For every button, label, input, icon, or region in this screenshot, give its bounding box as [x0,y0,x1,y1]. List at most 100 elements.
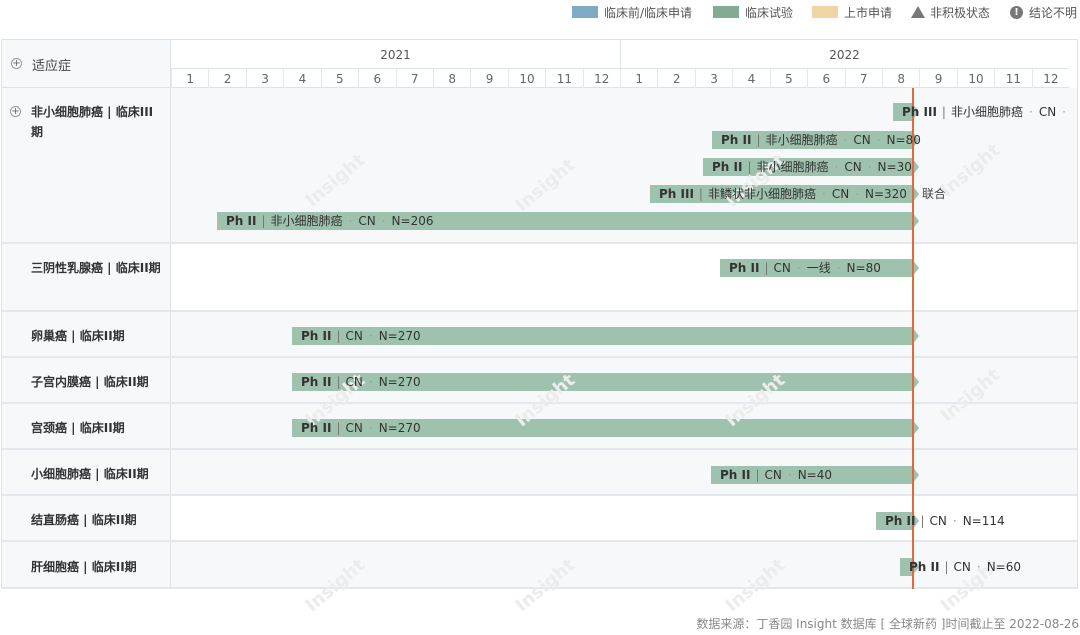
trial-bar-text: Ph III | 非小细胞肺癌 · CN · [902,105,1072,119]
trial-bar[interactable]: Ph III | 非鳞状非小细胞肺癌 · CN · N=320 [650,185,919,203]
separator-glyph: | [944,560,949,574]
trial-bar-text: Ph II | CN · N=114 [885,514,1005,528]
row-divider [1,310,171,312]
dot-glyph: · [348,214,353,228]
indication-label[interactable]: 肝细胞癌 | 临床II期 [31,557,161,577]
month-label: 3 [694,69,732,88]
trial-detail: N=270 [378,375,421,389]
month-label: 6 [807,69,844,88]
trial-bar-text: Ph II | CN · N=270 [301,421,421,435]
trial-phase: Ph II [721,133,752,147]
month-label: 4 [732,69,769,88]
separator-glyph: | [336,421,341,435]
trial-bar[interactable]: Ph II | CN · N=114 [876,512,1005,530]
trial-detail: 非小细胞肺癌 [950,105,1023,119]
row-divider [1,402,171,404]
indication-label[interactable]: 三阴性乳腺癌 | 临床II期 [31,258,161,278]
month-label: 2 [657,69,694,88]
trial-bar[interactable]: Ph III | 非小细胞肺癌 · CN · [893,103,1066,121]
separator-glyph: | [756,133,761,147]
trial-phase: Ph II [226,214,257,228]
trial-bar[interactable]: Ph II | CN · N=40 [711,466,919,484]
trial-detail: 非鳞状非小细胞肺癌 [707,187,816,201]
trial-detail: CN [844,160,862,174]
trial-detail: CN [345,421,363,435]
trial-bar[interactable]: Ph II | CN · N=270 [292,419,919,437]
triangle-icon [911,6,925,18]
trial-bar-text: Ph II | 非小细胞肺癌 · CN · N=80 [721,133,921,147]
trial-bar-text: Ph II | CN · N=60 [909,560,1021,574]
month-label: 5 [769,69,807,88]
trial-bar-text: Ph II | CN · N=40 [720,468,832,482]
indication-label[interactable]: 小细胞肺癌 | 临床II期 [31,464,161,484]
expand-row-icon[interactable]: + [10,106,21,117]
legend-item-nda[interactable]: 上市申请 [812,4,892,20]
trial-bar[interactable]: Ph II | 非小细胞肺癌 · CN · N=80 [712,131,921,149]
indication-label[interactable]: 子宫内膜癌 | 临床II期 [31,372,161,392]
month-header: 1 2 3 4 5 6 7 8 9 10 11 12 1 2 3 4 5 6 7 8 9 10 11 12 [171,68,1069,88]
legend-swatch-preclinical [572,6,598,18]
dot-glyph: · [787,468,792,482]
row-divider [1,540,171,542]
month-label: 6 [358,69,395,88]
row-divider [1,356,171,358]
month-label: 3 [245,69,283,88]
indication-header-label: 适应症 [32,59,72,74]
legend-item-inactive[interactable]: 非积极状态 [911,4,990,20]
indication-label[interactable]: 宫颈癌 | 临床II期 [31,418,161,438]
legend-label: 临床试验 [745,5,794,20]
dot-glyph: · [876,133,881,147]
row-divider [1,587,171,589]
trial-phase: Ph III [902,105,937,119]
month-label: 2 [208,69,245,88]
trial-detail: CN [831,187,850,201]
trial-phase: Ph II [720,468,751,482]
legend-label: 非积极状态 [930,5,991,20]
dot-glyph: · [976,560,981,574]
legend-item-unclear[interactable]: ! 结论不明 [1010,4,1077,20]
separator-glyph: | [920,514,925,528]
trial-bar[interactable]: Ph II | CN · N=60 [900,558,1021,576]
dot-glyph: · [843,133,848,147]
gantt-row [171,450,1077,496]
trial-phase: Ph II [301,421,332,435]
row-divider [1,494,171,496]
indication-header: + 适应症 [1,39,171,88]
indication-label[interactable]: 卵巢癌 | 临床II期 [31,326,161,346]
separator-glyph: | [941,105,946,119]
legend-item-preclinical[interactable]: 临床前/临床申请 [572,4,692,20]
month-label: 5 [320,69,358,88]
dot-glyph: · [796,261,801,275]
trial-bar[interactable]: Ph II | CN · 一线 · N=80 [720,259,919,277]
dot-glyph: · [1028,105,1033,119]
month-label: 12 [582,69,620,88]
trial-bar[interactable]: Ph II | 非小细胞肺癌 · CN · N=206 [217,212,919,230]
trial-detail: CN [764,468,782,482]
trial-detail: CN [853,133,871,147]
trial-bar[interactable]: Ph II | CN · N=270 [292,327,919,345]
trial-bar[interactable]: Ph II | CN · N=270 [292,373,919,391]
indication-label[interactable]: 非小细胞肺癌 | 临床III期 [31,102,161,142]
trial-detail: N=270 [378,329,421,343]
row-divider [1,242,171,244]
trial-detail: CN [345,329,363,343]
separator-glyph: | [698,187,703,201]
info-icon: ! [1010,5,1023,19]
trial-detail: N=30 [877,160,912,174]
trial-detail: N=114 [962,514,1005,528]
month-label: 9 [470,69,507,88]
dot-glyph: · [368,329,373,343]
trial-bar[interactable]: Ph II | 非小细胞肺癌 · CN · N=30 [703,158,919,176]
legend-item-clinical-trial[interactable]: 临床试验 [713,4,793,20]
trial-bar-text: Ph II | CN · N=270 [301,329,421,343]
trial-bar-text: Ph II | CN · 一线 · N=80 [729,261,881,275]
trial-bar-text: Ph III | 非鳞状非小细胞肺癌 · CN · N=320 [659,187,907,201]
trial-note: 联合 [922,187,947,201]
trial-phase: Ph III [659,187,694,201]
expand-all-icon[interactable]: + [11,58,22,69]
trial-detail: 非小细胞肺癌 [765,133,838,147]
indication-label[interactable]: 结直肠癌 | 临床II期 [31,510,161,530]
legend-swatch-clinical-trial [713,6,739,18]
dot-glyph: · [368,375,373,389]
trial-detail: CN [953,560,971,574]
